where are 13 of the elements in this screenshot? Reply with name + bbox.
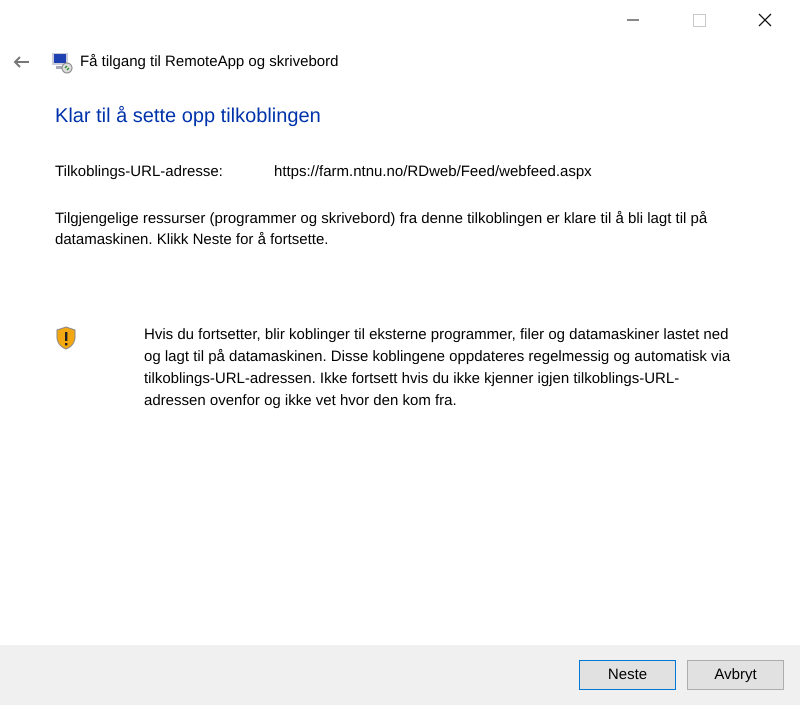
warning-text: Hvis du fortsetter, blir koblinger til eksterne programmer, filer og datamaskiner lastet ned og lagt til på datamaskinen. Disse koblingene oppdateres regelmessig og automatisk via tilkoblings-URL-adressen. Ikke fortsett hvis du ikke kjenner igjen tilkoblings-URL-adressen ovenfor og ikke vet hvor den kom fra. xyxy=(144,324,732,410)
description-text: Tilgjengelige ressurser (programmer og skrivebord) fra denne tilkoblingen er klare til å bli lagt til på datamaskinen. Klikk Neste for å fortsette. xyxy=(55,208,708,250)
window-title: Få tilgang til RemoteApp og skrivebord xyxy=(80,52,338,72)
url-value: https://farm.ntnu.no/RDweb/Feed/webfeed.aspx xyxy=(274,162,592,182)
dialog-button[interactable]: Neste xyxy=(579,660,676,690)
url-label: Tilkoblings-URL-adresse: xyxy=(55,162,224,182)
close-icon[interactable] xyxy=(758,13,772,27)
warning-shield-icon xyxy=(55,326,77,350)
remote-desktop-icon xyxy=(50,50,74,74)
page-heading: Klar til å sette opp tilkoblingen xyxy=(55,104,322,129)
back-arrow-icon[interactable] xyxy=(12,55,30,69)
dialog-button[interactable]: Avbryt xyxy=(687,660,784,690)
minimize-icon[interactable] xyxy=(627,19,639,21)
